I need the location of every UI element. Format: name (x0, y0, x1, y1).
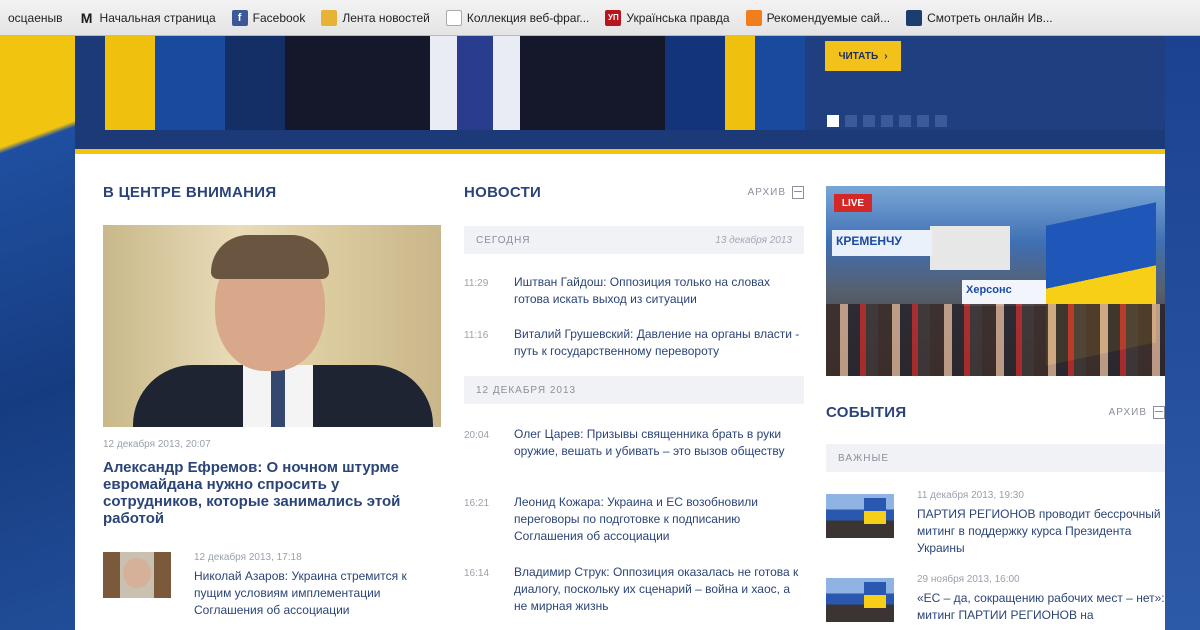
rss-folder-icon (321, 9, 338, 26)
tv-icon (906, 9, 923, 26)
news-time: 20:04 (464, 430, 490, 441)
bookmark-1[interactable]: M Начальная страница (71, 0, 224, 35)
events-archive-link[interactable]: АРХИВ (1109, 406, 1165, 419)
news-item[interactable]: 20:04 Олег Царев: Призывы священника бра… (464, 426, 804, 460)
focus-title: В ЦЕНТРЕ ВНИМАНИЯ (103, 184, 277, 201)
hero-slider: ЧИТАТЬ › (75, 36, 1165, 154)
bookmark-4[interactable]: Коллекция веб-фраг... (438, 0, 598, 35)
focus-header: В ЦЕНТРЕ ВНИМАНИЯ (103, 184, 443, 201)
bookmark-label: Начальная страница (99, 10, 216, 25)
news-headline[interactable]: Иштван Гайдош: Оппозиция только на слова… (514, 274, 804, 308)
news-item[interactable]: 11:29 Иштван Гайдош: Оппозиция только на… (464, 274, 804, 308)
news-item[interactable]: 16:21 Леонид Кожара: Украина и ЕС возобн… (464, 494, 804, 545)
event-headline[interactable]: ПАРТИЯ РЕГИОНОВ проводит бессрочный мити… (917, 506, 1167, 557)
bookmark-0[interactable]: осцаеныв (0, 0, 71, 35)
featured-headline[interactable]: Александр Ефремов: О ночном штурме евром… (103, 459, 433, 527)
slider-dot[interactable] (935, 115, 947, 127)
bookmark-5[interactable]: УП Українська правда (597, 0, 737, 35)
event-thumbnail[interactable] (826, 494, 894, 538)
photo-banner-city: КРЕМЕНЧУ (832, 230, 932, 256)
news-item[interactable]: 16:14 Владимир Струк: Оппозиция оказалас… (464, 564, 804, 615)
read-button[interactable]: ЧИТАТЬ › (825, 41, 901, 71)
featured-photo[interactable] (103, 225, 441, 427)
news-time: 16:14 (464, 568, 490, 579)
event-date: 29 ноября 2013, 16:00 (917, 574, 1020, 585)
slider-dot[interactable] (899, 115, 911, 127)
news-item[interactable]: 11:16 Виталий Грушевский: Давление на ор… (464, 326, 804, 360)
events-filter-bar[interactable]: ВАЖНЫЕ (826, 444, 1165, 472)
slider-dot[interactable] (917, 115, 929, 127)
news-title: НОВОСТИ (464, 184, 542, 201)
event-item[interactable]: 29 ноября 2013, 16:00 «ЕС – да, сокращен… (826, 574, 1165, 630)
bookmark-6[interactable]: Рекомендуемые сай... (738, 0, 899, 35)
day-label: СЕГОДНЯ (476, 234, 531, 246)
news-day-bar-today: СЕГОДНЯ 13 декабря 2013 (464, 226, 804, 254)
bookmark-label: Лента новостей (342, 10, 430, 25)
content-area: В ЦЕНТРЕ ВНИМАНИЯ 12 декабря 2013, 20:07… (75, 154, 1165, 630)
news-time: 11:29 (464, 278, 489, 289)
live-badge: LIVE (834, 194, 872, 212)
background-flag-left (0, 36, 75, 630)
slider-dot[interactable] (863, 115, 875, 127)
secondary-headline[interactable]: Николай Азаров: Украина стремится к пущи… (194, 568, 444, 619)
secondary-date: 12 декабря 2013, 17:18 (194, 552, 302, 563)
slider-dot[interactable] (845, 115, 857, 127)
events-title: СОБЫТИЯ (826, 404, 907, 421)
news-time: 11:16 (464, 330, 489, 341)
slider-dot[interactable] (827, 115, 839, 127)
event-headline[interactable]: «ЕС – да, сокращению рабочих мест – нет»… (917, 590, 1167, 624)
slider-dot[interactable] (881, 115, 893, 127)
photo-banner-city2: Херсонс (962, 280, 1052, 306)
photo-hair-shape (211, 235, 329, 279)
news-day-bar-yesterday: 12 ДЕКАБРЯ 2013 (464, 376, 804, 404)
secondary-thumbnail[interactable] (103, 552, 171, 598)
bookmark-label: Facebook (252, 10, 306, 25)
event-date: 11 декабря 2013, 19:30 (917, 490, 1024, 501)
archive-label: АРХИВ (747, 187, 786, 198)
hero-bottom-strip (75, 130, 1165, 154)
bookmark-label: Рекомендуемые сай... (766, 10, 891, 25)
day-date: 13 декабря 2013 (715, 234, 792, 246)
news-archive-link[interactable]: АРХИВ (748, 186, 804, 199)
bookmark-7[interactable]: Смотреть онлайн Ив... (898, 0, 1061, 35)
photo-crowd-shape (826, 304, 1165, 376)
live-stream-photo[interactable]: КРЕМЕНЧУ Херсонс LIVE (826, 186, 1165, 376)
photo-banner-shape (930, 226, 1010, 270)
news-time: 16:21 (464, 498, 490, 509)
news-headline[interactable]: Леонид Кожара: Украина и ЕС возобновили … (514, 494, 804, 545)
events-header: СОБЫТИЯ АРХИВ (826, 404, 1165, 421)
news-header: НОВОСТИ АРХИВ (464, 184, 804, 201)
shield-icon (745, 9, 762, 26)
background-right (1165, 36, 1200, 630)
chevron-right-icon: › (884, 50, 888, 62)
bookmark-label: Смотреть онлайн Ив... (927, 10, 1053, 25)
event-item[interactable]: 11 декабря 2013, 19:30 ПАРТИЯ РЕГИОНОВ п… (826, 490, 1165, 560)
news-headline[interactable]: Олег Царев: Призывы священника брать в р… (514, 426, 804, 460)
events-filter-label: ВАЖНЫЕ (838, 452, 889, 464)
up-logo-icon: УП (605, 9, 622, 26)
read-button-label: ЧИТАТЬ (838, 50, 879, 62)
archive-label: АРХИВ (1108, 407, 1147, 418)
bookmark-3[interactable]: Лента новостей (313, 0, 438, 35)
news-headline[interactable]: Владимир Струк: Оппозиция оказалась не г… (514, 564, 804, 615)
m-logo-icon: M (80, 9, 93, 26)
day-label: 12 ДЕКАБРЯ 2013 (476, 384, 577, 396)
photo-collar-shape (243, 365, 313, 427)
featured-date: 12 декабря 2013, 20:07 (103, 439, 211, 450)
facebook-icon: f (231, 9, 248, 26)
bookmarks-bar: осцаеныв M Начальная страница f Facebook Л… (0, 0, 1200, 36)
bookmark-2[interactable]: f Facebook (224, 0, 314, 35)
hero-photo-tie (430, 36, 520, 130)
slider-dots (827, 115, 947, 127)
archive-icon (1153, 406, 1165, 419)
bookmark-label: осцаеныв (8, 10, 63, 25)
news-headline[interactable]: Виталий Грушевский: Давление на органы в… (514, 326, 804, 360)
page-icon (445, 9, 462, 26)
archive-icon (792, 186, 804, 199)
event-thumbnail[interactable] (826, 578, 894, 622)
focus-secondary-item: 12 декабря 2013, 17:18 Николай Азаров: У… (103, 552, 443, 630)
bookmark-label: Українська правда (626, 10, 730, 25)
bookmark-label: Коллекция веб-фраг... (466, 10, 590, 25)
